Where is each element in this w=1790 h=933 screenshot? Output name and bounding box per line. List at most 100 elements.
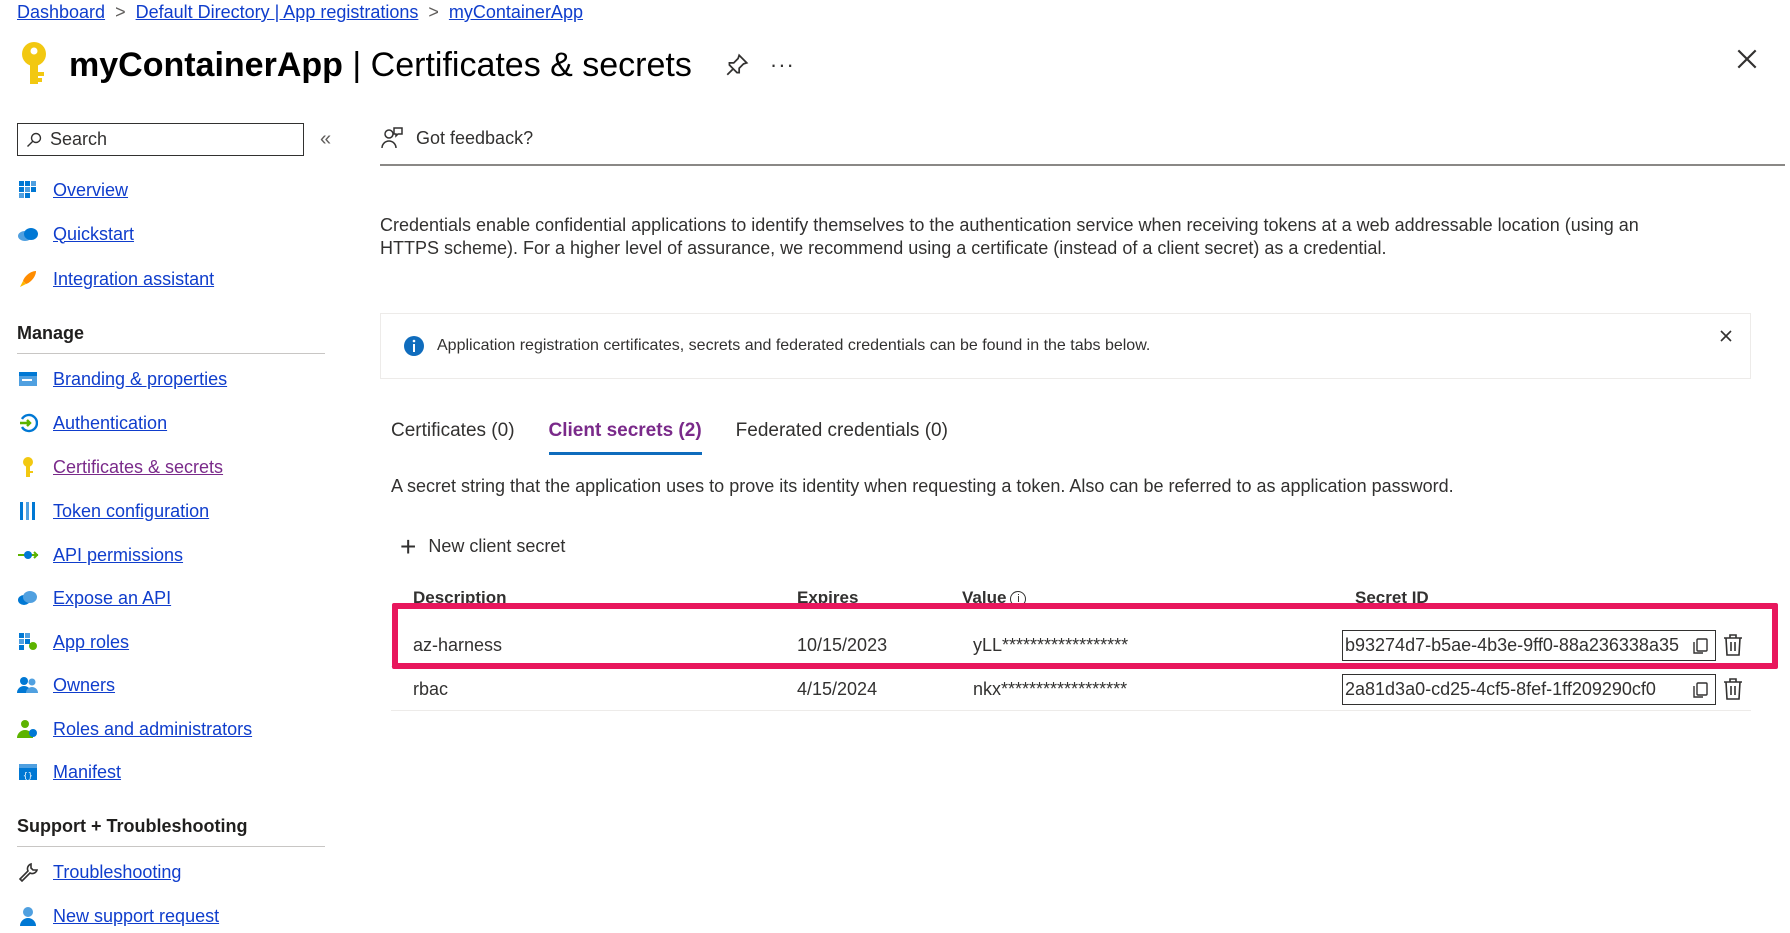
feedback-button[interactable]: Got feedback? — [380, 126, 533, 150]
app-roles-grid-icon — [17, 631, 39, 653]
page-header: myContainerApp | Certificates & secrets … — [17, 40, 795, 90]
tab-certificates[interactable]: Certificates (0) — [391, 420, 515, 455]
sidebar-item-overview[interactable]: Overview — [17, 178, 128, 202]
sidebar-item-label: Troubleshooting — [53, 861, 182, 882]
table-row: az-harness 10/15/2023 yLL***************… — [391, 625, 1751, 667]
credential-tabs: Certificates (0) Client secrets (2) Fede… — [391, 420, 982, 455]
breadcrumb: Dashboard > Default Directory | App regi… — [17, 2, 583, 23]
table-row: rbac 4/15/2024 nkx****************** 2a8… — [391, 669, 1751, 711]
key-icon — [22, 42, 46, 84]
delete-icon[interactable] — [1722, 633, 1744, 657]
row-expires: 10/15/2023 — [797, 635, 888, 655]
sidebar-item-new-support-request[interactable]: New support request — [17, 904, 219, 928]
support-person-icon — [17, 905, 39, 927]
new-client-secret-label: New client secret — [428, 536, 566, 556]
sidebar-item-label: Token configuration — [53, 500, 210, 521]
sidebar-item-token-configuration[interactable]: Token configuration — [17, 499, 209, 523]
sidebar-item-expose-api[interactable]: Expose an API — [17, 586, 171, 610]
row-description: rbac — [413, 679, 449, 699]
sidebar-search-input[interactable]: Search — [17, 123, 304, 156]
info-icon[interactable]: i — [1010, 590, 1027, 607]
collapse-sidebar-icon[interactable]: « — [320, 128, 331, 151]
breadcrumb-app[interactable]: myContainerApp — [449, 2, 583, 23]
sidebar-item-label: Overview — [53, 179, 129, 200]
sidebar-item-owners[interactable]: Owners — [17, 673, 115, 697]
sidebar-item-label: Branding & properties — [53, 368, 228, 389]
sidebar-item-integration-assistant[interactable]: Integration assistant — [17, 267, 214, 291]
info-banner: Application registration certificates, s… — [380, 313, 1751, 379]
api-permissions-icon — [17, 544, 39, 566]
pin-icon[interactable] — [724, 52, 750, 78]
sidebar-item-api-permissions[interactable]: API permissions — [17, 543, 183, 567]
sidebar-item-label: Integration assistant — [53, 268, 215, 289]
manage-section-title: Manage — [17, 323, 85, 343]
breadcrumb-separator: > — [428, 2, 439, 22]
overview-grid-icon — [17, 179, 39, 201]
roles-person-icon — [17, 718, 39, 740]
more-options-icon[interactable]: ··· — [770, 52, 795, 78]
sidebar-item-label: Owners — [53, 674, 116, 695]
secret-id-value: 2a81d3a0-cd25-4cf5-8fef-1ff209290cf0 — [1345, 679, 1656, 699]
breadcrumb-separator: > — [115, 2, 126, 22]
info-icon — [404, 336, 424, 356]
sidebar-item-branding[interactable]: Branding & properties — [17, 367, 227, 391]
branding-icon — [17, 368, 39, 390]
sidebar-item-label: API permissions — [53, 544, 184, 565]
key-icon — [17, 456, 39, 478]
token-bars-icon — [17, 500, 39, 522]
sidebar-item-authentication[interactable]: Authentication — [17, 411, 167, 435]
plus-icon: + — [400, 530, 417, 562]
column-header-expires[interactable]: Expires — [797, 588, 858, 608]
support-section-title: Support + Troubleshooting — [17, 816, 248, 836]
wrench-icon — [17, 861, 39, 883]
sidebar-item-quickstart[interactable]: Quickstart — [17, 222, 134, 246]
page-title-app: myContainerApp — [69, 45, 343, 84]
page-title-section: | Certificates & secrets — [352, 45, 692, 84]
row-description: az-harness — [413, 635, 503, 655]
sidebar-item-label: New support request — [53, 905, 220, 926]
rocket-icon — [17, 268, 39, 290]
sidebar-item-label: Quickstart — [53, 223, 135, 244]
breadcrumb-dashboard[interactable]: Dashboard — [17, 2, 105, 23]
support-divider — [17, 846, 325, 847]
page-description: Credentials enable confidential applicat… — [380, 215, 1639, 258]
sidebar-item-label: Certificates & secrets — [53, 456, 224, 477]
new-client-secret-button[interactable]: + New client secret — [400, 530, 566, 562]
secret-id-field[interactable]: 2a81d3a0-cd25-4cf5-8fef-1ff209290cf0 — [1342, 674, 1716, 705]
copy-icon[interactable] — [1691, 681, 1709, 699]
authentication-icon — [17, 412, 39, 434]
secret-id-value: b93274d7-b5ae-4b3e-9ff0-88a236338a35 — [1345, 635, 1679, 655]
row-value: yLL****************** — [973, 635, 1129, 655]
manifest-icon: {} — [17, 761, 39, 783]
dismiss-banner-icon[interactable] — [1718, 328, 1734, 344]
page-title: myContainerApp | Certificates & secrets — [69, 46, 692, 85]
quickstart-cloud-icon — [17, 223, 39, 245]
delete-icon[interactable] — [1722, 677, 1744, 701]
secret-id-field[interactable]: b93274d7-b5ae-4b3e-9ff0-88a236338a35 — [1342, 630, 1716, 661]
sidebar-item-certificates-secrets[interactable]: Certificates & secrets — [17, 455, 223, 479]
column-header-description[interactable]: Description — [413, 588, 507, 608]
owners-people-icon — [17, 674, 39, 696]
column-header-value[interactable]: Value i — [962, 588, 1027, 608]
sidebar-item-troubleshooting[interactable]: Troubleshooting — [17, 860, 181, 884]
column-header-value-label: Value — [962, 588, 1007, 607]
copy-icon[interactable] — [1691, 637, 1709, 655]
sidebar-item-label: Expose an API — [53, 587, 172, 608]
search-icon — [27, 132, 42, 147]
svg-text:{}: {} — [23, 771, 33, 780]
column-header-secret-id[interactable]: Secret ID — [1355, 588, 1429, 608]
search-placeholder: Search — [50, 129, 108, 149]
close-icon[interactable] — [1734, 46, 1760, 72]
info-banner-text: Application registration certificates, s… — [437, 337, 1151, 354]
sidebar-item-app-roles[interactable]: App roles — [17, 630, 129, 654]
manage-divider — [17, 353, 325, 354]
sidebar-item-label: Manifest — [53, 761, 122, 782]
breadcrumb-app-registrations[interactable]: Default Directory | App registrations — [136, 2, 419, 23]
tab-federated-credentials[interactable]: Federated credentials (0) — [736, 420, 948, 455]
tab-client-secrets[interactable]: Client secrets (2) — [548, 420, 702, 455]
row-value: nkx****************** — [973, 679, 1128, 699]
cloud-icon — [17, 587, 39, 609]
sidebar-item-manifest[interactable]: {} Manifest — [17, 760, 121, 784]
sidebar-item-label: Authentication — [53, 412, 168, 433]
sidebar-item-roles-administrators[interactable]: Roles and administrators — [17, 717, 252, 741]
